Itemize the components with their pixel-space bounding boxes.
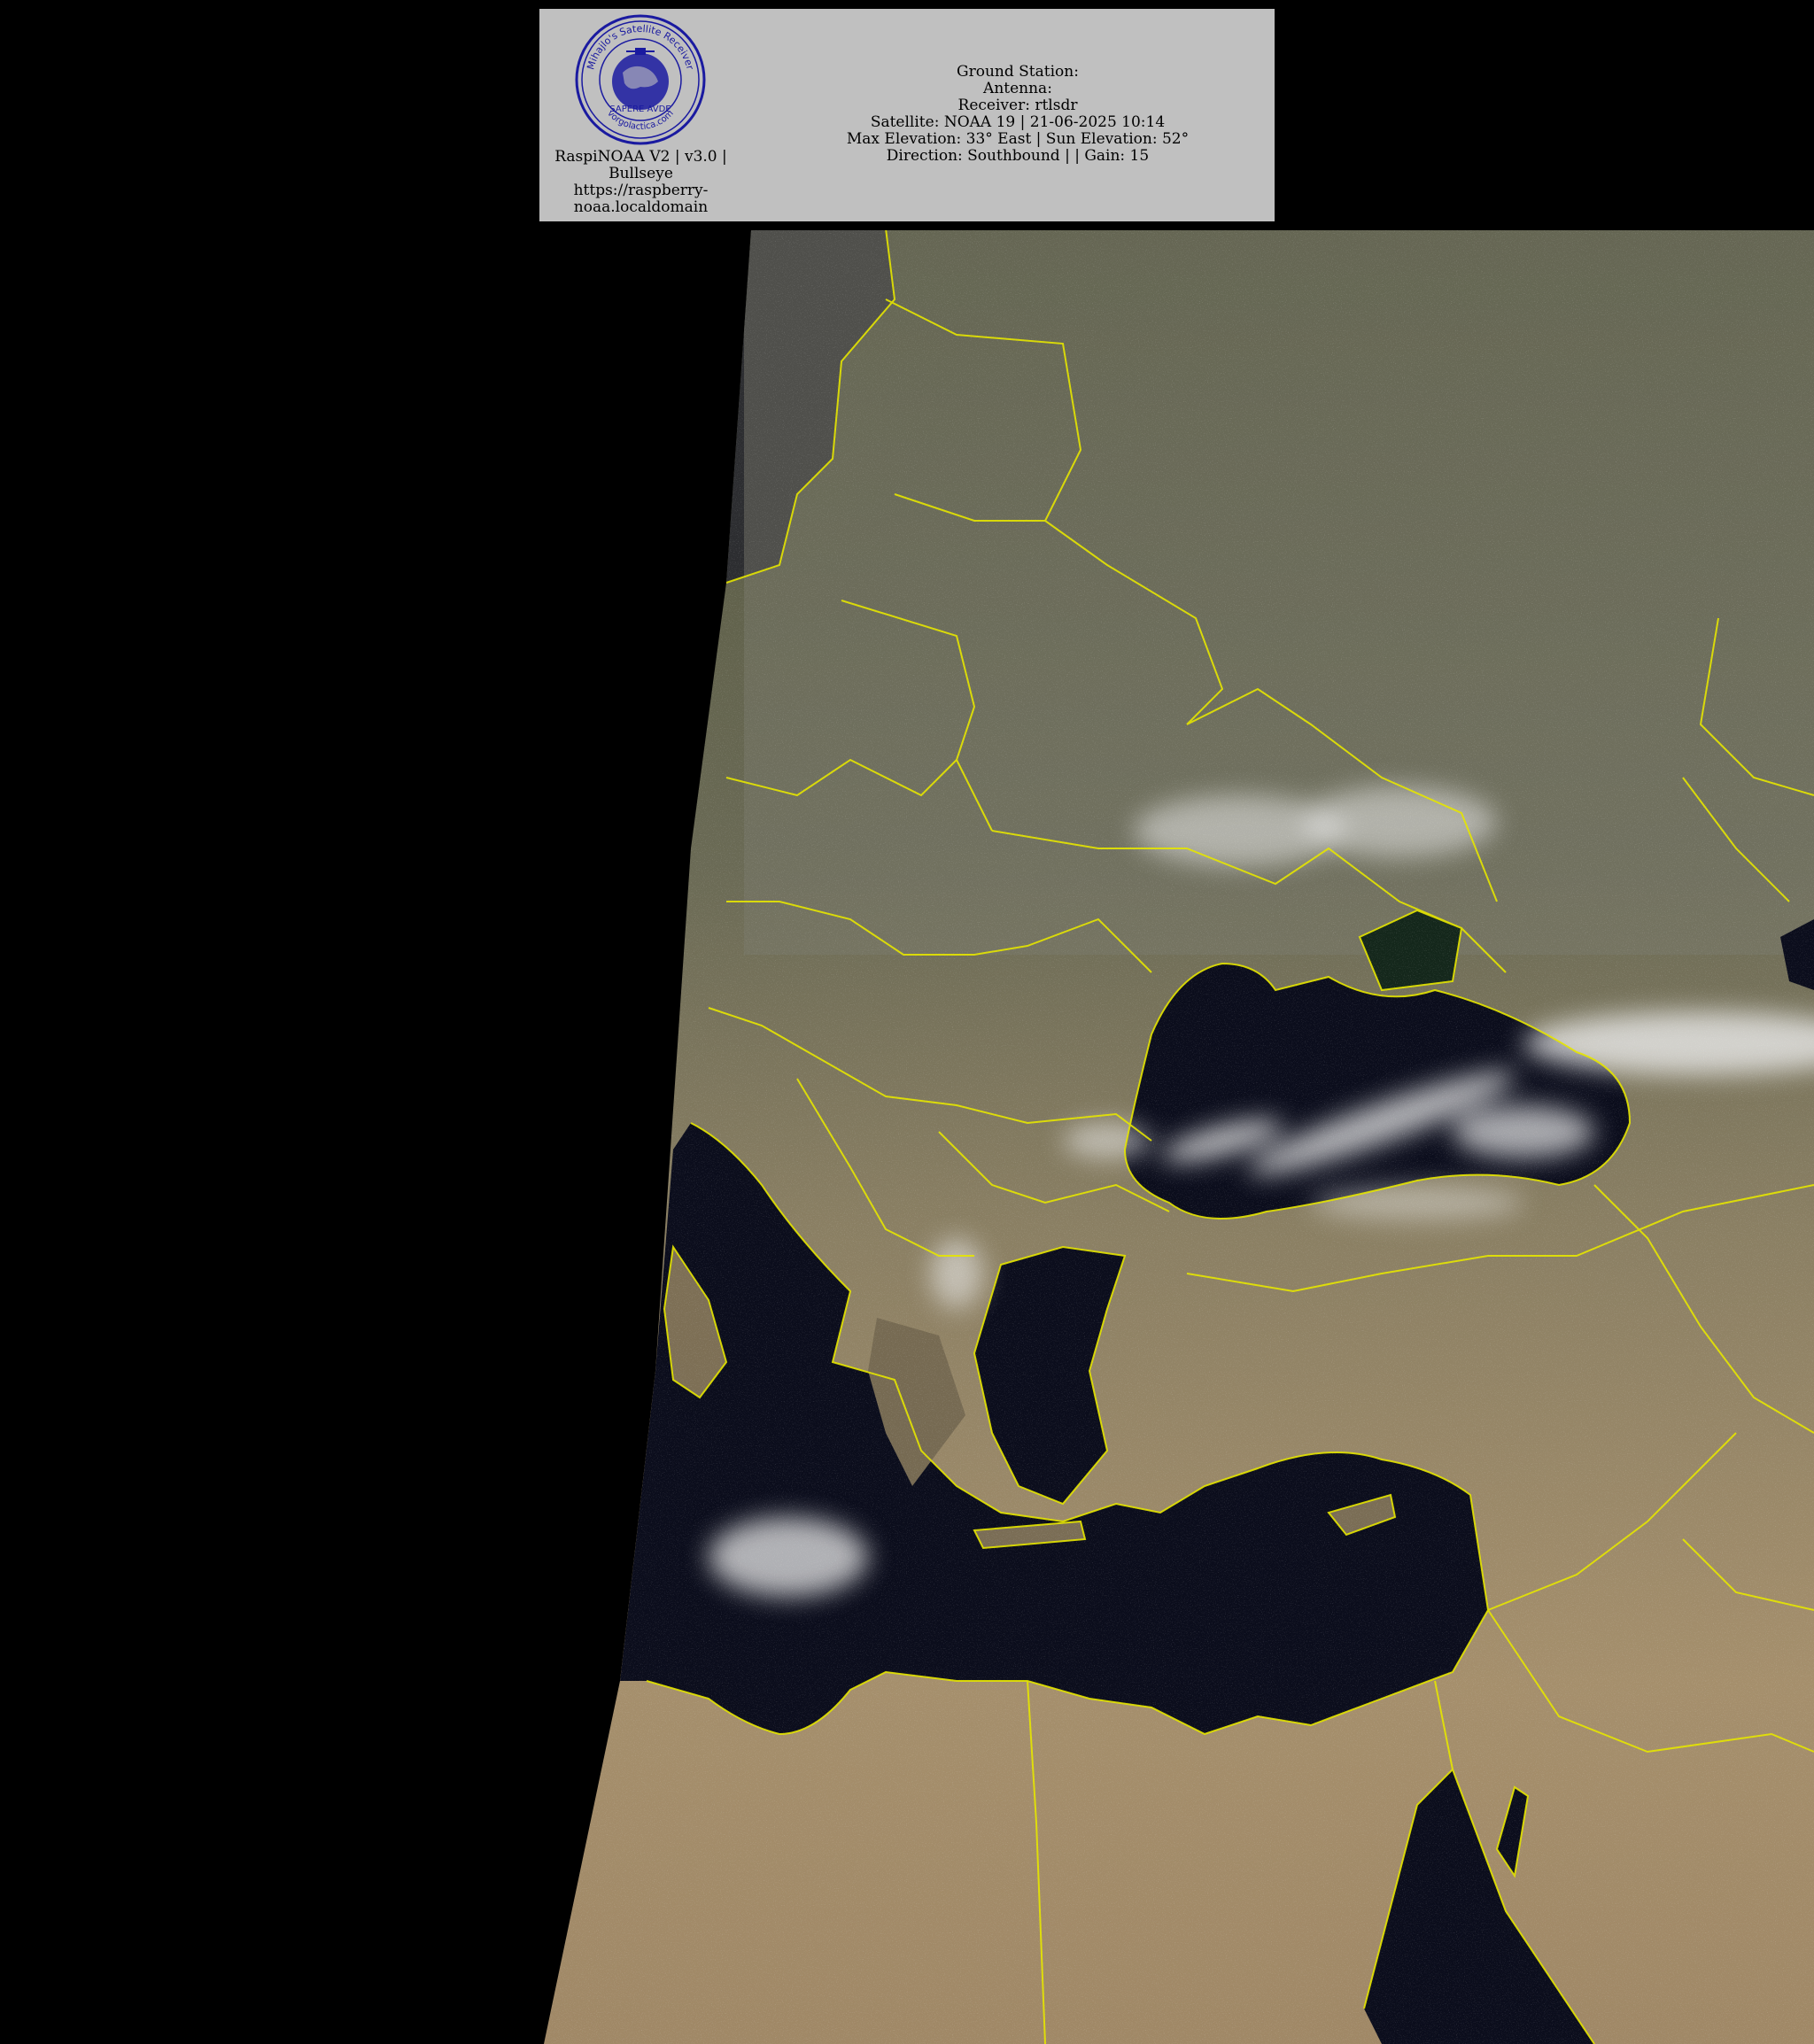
direction-gain-label: Direction: Southbound | | Gain: 15 [886,147,1150,165]
software-url-line: https://raspberry- [573,182,709,199]
pass-details: Ground Station: Antenna: Receiver: rtlsd… [787,64,1248,165]
pass-info-header: Mihajlo's Satellite Receiver vorgolactic… [539,9,1275,221]
software-url-line: noaa.localdomain [573,198,709,216]
satellite-image [544,230,1814,2044]
ground-station-label: Ground Station: [957,63,1079,81]
satellite-label: Satellite: NOAA 19 | 21-06-2025 10:14 [870,113,1166,131]
software-line: RaspiNOAA V2 | v3.0 | [554,148,727,166]
software-version-block: RaspiNOAA V2 | v3.0 | Bullseye https://r… [539,149,742,216]
image-swath [544,230,1814,2044]
receiver-logo-seal: Mihajlo's Satellite Receiver vorgolactic… [575,14,706,145]
receiver-label: Receiver: rtlsdr [957,97,1078,114]
software-line: Bullseye [609,165,673,182]
elevation-label: Max Elevation: 33° East | Sun Elevation:… [846,130,1190,148]
antenna-label: Antenna: [983,80,1052,97]
svg-text:SAPERE AVDE: SAPERE AVDE [609,105,671,114]
